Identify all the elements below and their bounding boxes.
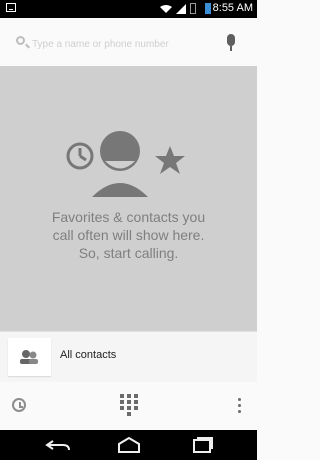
search-input[interactable]: Type a name or phone number — [32, 39, 169, 50]
favorites-empty-state: Favorites & contacts you call often will… — [0, 66, 257, 331]
wifi-icon — [160, 5, 172, 13]
navigation-bar — [0, 430, 257, 460]
overflow-icon[interactable] — [238, 398, 242, 414]
empty-state-line3: So, start calling. — [78, 245, 179, 261]
contacts-tile — [8, 338, 51, 376]
empty-state-line2: call often will show here. — [52, 227, 205, 243]
dialpad-icon[interactable] — [120, 394, 138, 416]
star-icon — [155, 146, 185, 174]
all-contacts-label: All contacts — [60, 349, 117, 361]
battery-icon — [190, 3, 196, 14]
bottom-toolbar — [0, 382, 257, 430]
mic-icon[interactable] — [227, 34, 235, 51]
all-contacts-button[interactable]: All contacts — [0, 331, 257, 383]
contacts-icon — [20, 350, 38, 364]
search-bar[interactable]: Type a name or phone number — [0, 18, 257, 67]
empty-state-line1: Favorites & contacts you — [51, 209, 206, 225]
search-icon — [16, 36, 25, 45]
favorites-illustration — [66, 131, 185, 197]
recents-icon[interactable] — [188, 436, 216, 454]
clock-icon — [66, 142, 94, 170]
home-icon[interactable] — [115, 436, 143, 454]
signal-icon — [176, 4, 186, 14]
battery-level-icon — [205, 3, 211, 14]
recent-icon[interactable] — [12, 398, 26, 412]
screenshot-icon — [6, 3, 16, 12]
status-time: 8:55 AM — [212, 2, 253, 14]
empty-state-message: Favorites & contacts you call often will… — [0, 208, 257, 262]
back-icon[interactable] — [45, 436, 73, 454]
person-icon — [92, 131, 148, 197]
status-bar: 8:55 AM — [0, 0, 257, 18]
